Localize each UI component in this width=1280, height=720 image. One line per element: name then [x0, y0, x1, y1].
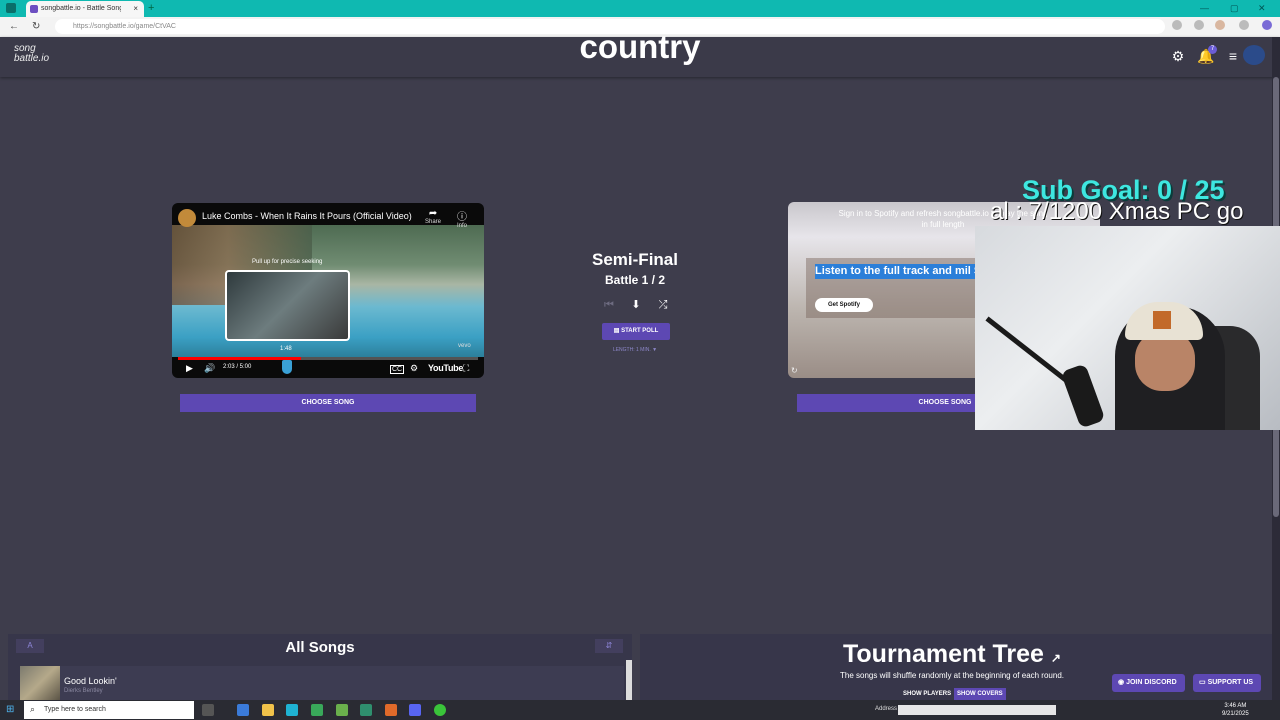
- youtube-player[interactable]: Luke Combs - When It Rains It Pours (Off…: [172, 203, 484, 378]
- poll-icon: ▤: [613, 328, 622, 334]
- microphone: [1060, 363, 1106, 429]
- spotify-refresh-icon[interactable]: ↻: [791, 366, 798, 375]
- video-settings-icon[interactable]: ⚙: [410, 363, 418, 374]
- share-icon[interactable]: ➦ Share: [425, 208, 441, 225]
- new-tab-button[interactable]: +: [148, 0, 154, 17]
- round-title: Semi-Final: [592, 250, 678, 269]
- app-icon-4[interactable]: [434, 704, 446, 716]
- taskbar-clock[interactable]: 3:46 AM 9/21/2025: [1222, 702, 1249, 718]
- support-icon: ▭: [1199, 679, 1208, 686]
- info-icon[interactable]: ⓘ Info: [457, 208, 467, 229]
- choose-song-left-button[interactable]: CHOOSE SONG: [180, 394, 476, 412]
- captions-icon[interactable]: CC: [390, 365, 405, 374]
- app-icon-1[interactable]: [336, 704, 348, 716]
- clock-time: 3:46 AM: [1224, 703, 1247, 709]
- file-explorer-icon[interactable]: [262, 704, 274, 716]
- taskbar-search-input[interactable]: Type here to search: [24, 701, 194, 719]
- support-us-button[interactable]: ▭ SUPPORT US: [1193, 674, 1262, 692]
- edge-taskbar-icon[interactable]: [286, 704, 298, 716]
- discord-taskbar-icon[interactable]: [409, 704, 421, 716]
- sub-goal-overlay: Sub Goal: 0 / 25: [1022, 175, 1225, 205]
- fullscreen-icon[interactable]: ⛶: [463, 363, 469, 374]
- join-discord-button[interactable]: ◉ JOIN DISCORD: [1112, 674, 1185, 692]
- webcam-face: [1135, 331, 1195, 391]
- info-label: Info: [457, 223, 468, 229]
- all-songs-title: All Songs: [285, 639, 355, 656]
- join-discord-label: JOIN DISCORD: [1126, 679, 1177, 686]
- volume-icon[interactable]: 🔊: [204, 363, 215, 374]
- seek-hint: Pull up for precise seeking: [252, 259, 323, 265]
- task-view-icon[interactable]: [202, 704, 214, 716]
- tab-close-icon[interactable]: ×: [133, 1, 138, 17]
- tab-actions-icon[interactable]: [6, 3, 16, 13]
- play-icon[interactable]: ▶: [186, 363, 193, 374]
- external-link-icon[interactable]: ↗: [1051, 651, 1061, 665]
- windows-start-icon[interactable]: ⊞: [6, 705, 16, 715]
- shuffle-icon[interactable]: ⤮: [656, 298, 670, 312]
- address-toolbar-input[interactable]: [898, 705, 1056, 715]
- video-time: 2:03 / 5:00: [223, 364, 252, 370]
- maximize-button[interactable]: ▢: [1230, 0, 1239, 17]
- app-icon-3[interactable]: [385, 704, 397, 716]
- battle-counter: Battle 1 / 2: [604, 273, 666, 287]
- windows-taskbar: ⊞ Type here to search ⌕ Address 3:46 AM 9…: [0, 700, 1280, 720]
- length-select[interactable]: LENGTH: 1 MIN. ▼: [595, 347, 675, 353]
- vevo-watermark: vevo: [458, 343, 471, 349]
- minimize-button[interactable]: —: [1200, 0, 1209, 17]
- song-thumbnail: [20, 666, 60, 700]
- webcam-cap-badge: [1153, 311, 1171, 329]
- user-avatar[interactable]: [1243, 45, 1265, 65]
- start-poll-button[interactable]: ▤ START POLL: [602, 323, 670, 340]
- tournament-tree-title-text: Tournament Tree: [843, 640, 1044, 668]
- copilot-taskbar-icon[interactable]: [237, 704, 249, 716]
- song-artist: Dierks Bentley: [64, 688, 103, 694]
- support-us-label: SUPPORT US: [1207, 679, 1254, 686]
- song-name: Good Lookin': [64, 676, 117, 686]
- share-label: Share: [425, 219, 442, 225]
- song-list-item[interactable]: Good Lookin' Dierks Bentley: [20, 666, 624, 700]
- show-players-button[interactable]: SHOW PLAYERS: [900, 688, 954, 700]
- address-toolbar-label: Address: [875, 706, 898, 712]
- menu-hamburger-icon[interactable]: ≡: [1225, 48, 1241, 64]
- settings-gear-icon[interactable]: ⚙: [1170, 48, 1186, 64]
- seek-preview-time: 1:48: [280, 346, 292, 352]
- browser-tab[interactable]: songbattle.io - Battle Songs ×: [26, 1, 144, 17]
- video-progress-bar[interactable]: [178, 357, 478, 360]
- search-icon: ⌕: [30, 704, 36, 714]
- browser-tabbar: songbattle.io - Battle Songs × + — ▢ ✕: [0, 0, 1280, 17]
- tab-title: songbattle.io - Battle Songs: [41, 5, 121, 12]
- youtube-logo[interactable]: YouTube: [428, 363, 463, 373]
- store-icon[interactable]: [311, 704, 323, 716]
- window-close-button[interactable]: ✕: [1258, 0, 1266, 17]
- channel-avatar[interactable]: [178, 209, 196, 227]
- show-covers-button[interactable]: SHOW COVERS: [954, 688, 1006, 700]
- page-title: country: [579, 28, 701, 65]
- all-songs-panel: A All Songs ⇵ Good Lookin' Dierks Bentle…: [8, 634, 632, 700]
- download-icon[interactable]: ⬇: [629, 298, 643, 312]
- seek-preview-thumbnail: [225, 270, 350, 341]
- video-title[interactable]: Luke Combs - When It Rains It Pours (Off…: [202, 211, 412, 221]
- discord-icon: ◉: [1118, 679, 1127, 686]
- song-list-scrollbar[interactable]: [626, 660, 632, 700]
- previous-icon[interactable]: ⏮: [602, 298, 616, 312]
- webcam-overlay: [975, 226, 1280, 430]
- get-spotify-button[interactable]: Get Spotify: [815, 298, 873, 312]
- mouse-cursor-icon: [282, 360, 292, 374]
- clock-date: 9/21/2025: [1222, 711, 1249, 717]
- start-poll-label: START POLL: [621, 328, 659, 334]
- notification-badge: 7: [1208, 45, 1217, 54]
- tab-favicon-icon: [30, 5, 38, 13]
- sort-order-button[interactable]: ⇵: [595, 639, 623, 653]
- tournament-tree-title: Tournament Tree ↗: [640, 640, 1264, 669]
- app-icon-2[interactable]: [360, 704, 372, 716]
